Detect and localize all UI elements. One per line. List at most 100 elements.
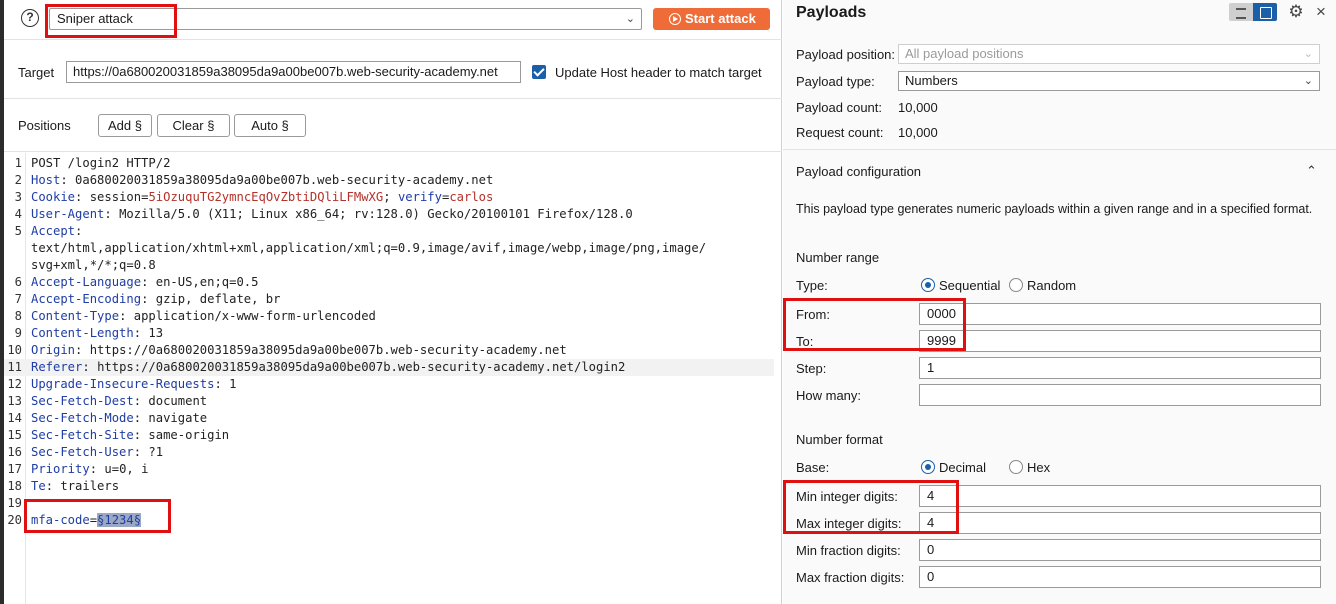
- number-format-heading: Number format: [796, 432, 883, 447]
- request-line: 7 Accept-Encoding: gzip, deflate, br: [4, 291, 774, 308]
- header-value: POST /login2 HTTP/2: [31, 156, 171, 170]
- request-line: 2 Host: 0a680020031859a38095da9a00be007b.…: [4, 172, 774, 189]
- header-name: Sec-Fetch-Mode: [31, 411, 134, 425]
- header-name: Content-Type: [31, 309, 120, 323]
- start-attack-button[interactable]: Start attack: [653, 8, 770, 30]
- close-icon[interactable]: ×: [1316, 3, 1326, 21]
- header-separator: :: [214, 377, 230, 391]
- gear-icon[interactable]: ⚙: [1287, 3, 1305, 21]
- header-separator: :: [133, 326, 149, 340]
- sequential-radio[interactable]: [921, 278, 935, 292]
- request-line: 11 Referer: https://0a680020031859a38095d…: [4, 359, 774, 376]
- line-number: 5: [14, 224, 22, 238]
- clear-marker-button[interactable]: Clear §: [157, 114, 230, 137]
- header-separator: :: [75, 190, 90, 204]
- max-integer-digits-input[interactable]: 4: [919, 512, 1321, 534]
- annotation-box-attack-type: [45, 4, 177, 38]
- start-attack-label: Start attack: [685, 11, 756, 26]
- request-line: 17 Priority: u=0, i: [4, 461, 774, 478]
- payload-position-label: Payload position:: [796, 47, 896, 62]
- target-input[interactable]: https://0a680020031859a38095da9a00be007b…: [66, 61, 521, 83]
- request-editor[interactable]: 1 POST /login2 HTTP/2 2 Host: 0a68002003185…: [4, 153, 781, 604]
- panel-view-icon[interactable]: [1253, 3, 1277, 21]
- line-number: 2: [14, 173, 22, 187]
- header-name: Cookie: [31, 190, 76, 204]
- request-line: 13 Sec-Fetch-Dest: document: [4, 393, 774, 410]
- header-name: Upgrade-Insecure-Requests: [31, 377, 215, 391]
- how-many-input[interactable]: [919, 384, 1321, 406]
- line-text: Sec-Fetch-Site: same-origin: [31, 427, 229, 444]
- payload-type-select[interactable]: Numbers ⌄: [898, 71, 1320, 91]
- min-fraction-digits-input[interactable]: 0: [919, 539, 1321, 561]
- line-number: 7: [14, 292, 22, 306]
- line-text: Te: trailers: [31, 478, 119, 495]
- min-integer-digits-input[interactable]: 4: [919, 485, 1321, 507]
- line-number: 13: [7, 394, 22, 408]
- cookie-value: 5iOzuquTG2ymncEqOvZbtiDQliLFMwXG: [148, 190, 384, 204]
- header-name: User-Agent: [31, 207, 105, 221]
- header-separator: :: [133, 411, 149, 425]
- update-host-checkbox[interactable]: [532, 65, 546, 79]
- header-value: 0a680020031859a38095da9a00be007b.web-sec…: [75, 173, 494, 187]
- annotation-box-digits: [783, 480, 959, 534]
- line-number: 9: [14, 326, 22, 340]
- help-icon[interactable]: ?: [21, 9, 39, 27]
- number-range-heading: Number range: [796, 250, 880, 265]
- decimal-label: Decimal: [939, 460, 986, 475]
- line-text: text/html,application/xhtml+xml,applicat…: [31, 240, 706, 257]
- payload-configuration: Payload configuration ⌃ This payload typ…: [783, 151, 1336, 604]
- header-value: Mozilla/5.0 (X11; Linux x86_64; rv:128.0…: [119, 207, 633, 221]
- header-value: application/x-www-form-urlencoded: [133, 309, 376, 323]
- header-value: trailers: [60, 479, 120, 493]
- header-separator: :: [75, 224, 83, 238]
- max-fraction-digits-input[interactable]: 0: [919, 566, 1321, 588]
- header-name: Accept: [31, 224, 76, 238]
- positions-row: Positions Add § Clear § Auto §: [4, 100, 782, 152]
- request-line: 5 Accept:: [4, 223, 774, 240]
- payload-type-label: Payload type:: [796, 74, 875, 89]
- header-separator: :: [133, 428, 149, 442]
- payloads-title: Payloads: [796, 4, 867, 21]
- collapse-caret-icon[interactable]: ⌃: [1306, 163, 1317, 179]
- cookie-separator: ;: [383, 190, 398, 204]
- request-count-label: Request count:: [796, 125, 884, 140]
- line-number: 17: [7, 462, 22, 476]
- line-text: Content-Length: 13: [31, 325, 163, 342]
- decimal-radio[interactable]: [921, 460, 935, 474]
- positions-label: Positions: [18, 118, 71, 133]
- line-number: 3: [14, 190, 22, 204]
- header-separator: :: [133, 394, 149, 408]
- line-number: 18: [7, 479, 22, 493]
- request-line: 15 Sec-Fetch-Site: same-origin: [4, 427, 774, 444]
- max-fraction-digits-label: Max fraction digits:: [796, 570, 905, 585]
- header-value: text/html,application/xhtml+xml,applicat…: [31, 241, 707, 255]
- view-toggle[interactable]: [1229, 3, 1277, 21]
- request-line: svg+xml,*/*;q=0.8: [4, 257, 774, 274]
- from-input[interactable]: 0000: [919, 303, 1321, 325]
- line-text: POST /login2 HTTP/2: [31, 155, 170, 172]
- random-radio[interactable]: [1009, 278, 1023, 292]
- line-number: 11: [7, 360, 22, 374]
- target-label: Target: [18, 65, 55, 80]
- request-line: 3 Cookie: session=5iOzuquTG2ymncEqOvZbtiD…: [4, 189, 774, 206]
- line-text: Upgrade-Insecure-Requests: 1: [31, 376, 236, 393]
- step-input[interactable]: 1: [919, 357, 1321, 379]
- header-name: Sec-Fetch-User: [31, 445, 134, 459]
- header-value: 13: [148, 326, 164, 340]
- line-number: 16: [7, 445, 22, 459]
- line-text: User-Agent: Mozilla/5.0 (X11; Linux x86_…: [31, 206, 633, 223]
- header-value: 1: [229, 377, 237, 391]
- chevron-down-icon: ⌄: [1303, 75, 1313, 87]
- step-label: Step:: [796, 361, 827, 376]
- header-separator: :: [89, 462, 105, 476]
- to-input[interactable]: 9999: [919, 330, 1321, 352]
- hex-radio[interactable]: [1009, 460, 1023, 474]
- line-text: Accept-Language: en-US,en;q=0.5: [31, 274, 258, 291]
- header-name: Accept-Encoding: [31, 292, 142, 306]
- payload-count-label: Payload count:: [796, 100, 883, 115]
- list-view-icon[interactable]: [1229, 3, 1253, 21]
- request-line: 16 Sec-Fetch-User: ?1: [4, 444, 774, 461]
- auto-marker-button[interactable]: Auto §: [234, 114, 306, 137]
- add-marker-button[interactable]: Add §: [98, 114, 152, 137]
- base-label: Base:: [796, 460, 830, 475]
